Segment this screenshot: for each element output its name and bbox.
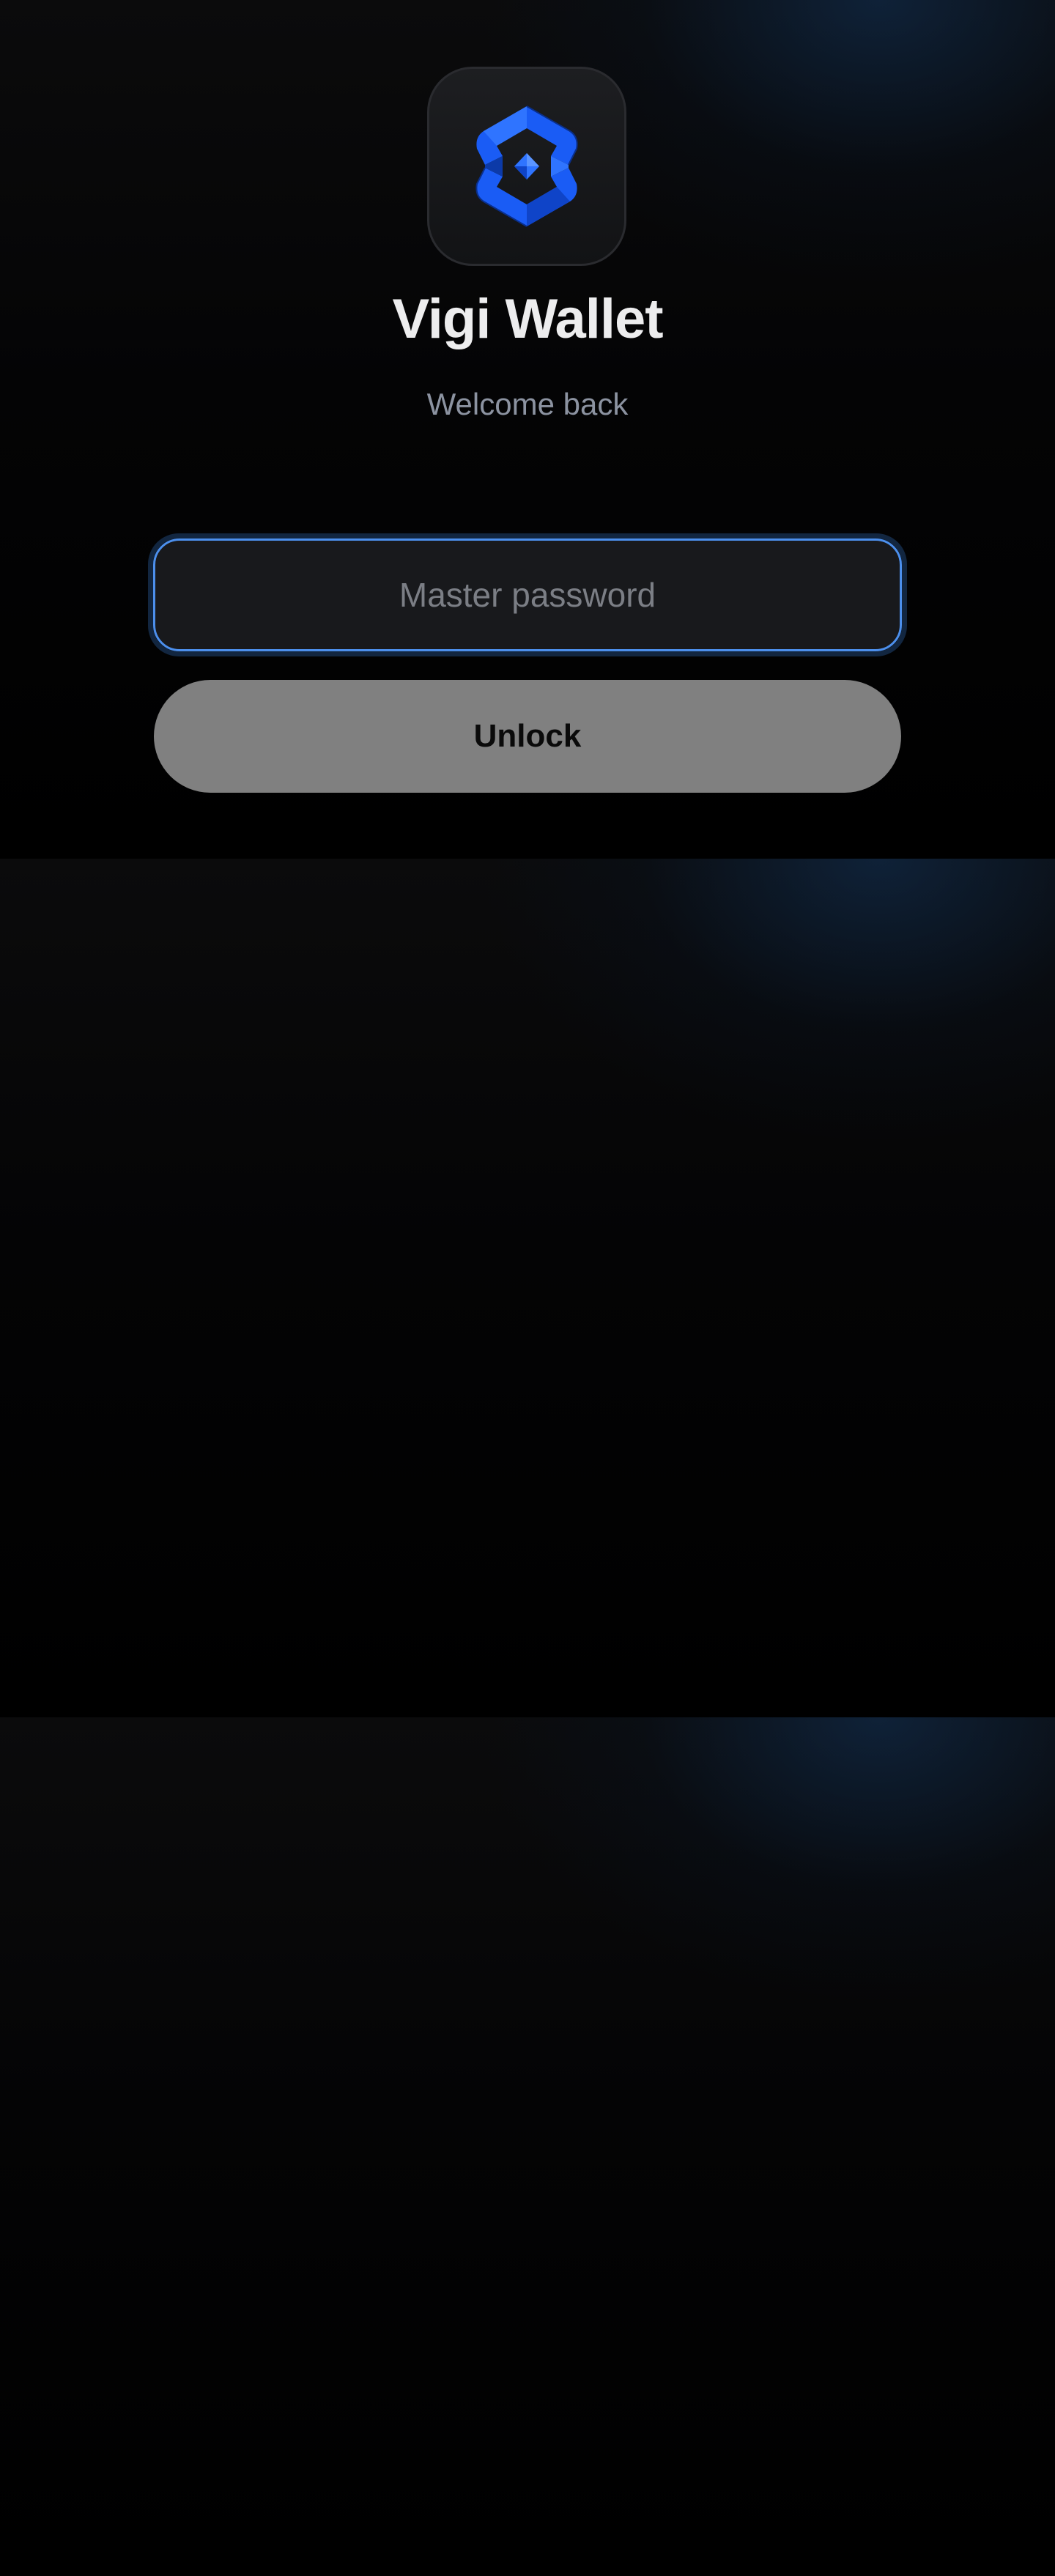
unlock-button[interactable]: Unlock — [154, 680, 901, 793]
app-title: Vigi Wallet — [392, 288, 663, 350]
app-logo — [427, 67, 626, 266]
unlock-screen: Vigi Wallet Welcome back Unlock — [0, 0, 1055, 859]
background-panel-middle — [0, 859, 1055, 1717]
welcome-subtitle: Welcome back — [426, 387, 629, 421]
password-field-focus-ring — [148, 533, 907, 656]
vigi-wallet-logo-icon — [475, 106, 578, 227]
background-panel-bottom — [0, 1717, 1055, 2576]
master-password-input[interactable] — [153, 538, 902, 651]
